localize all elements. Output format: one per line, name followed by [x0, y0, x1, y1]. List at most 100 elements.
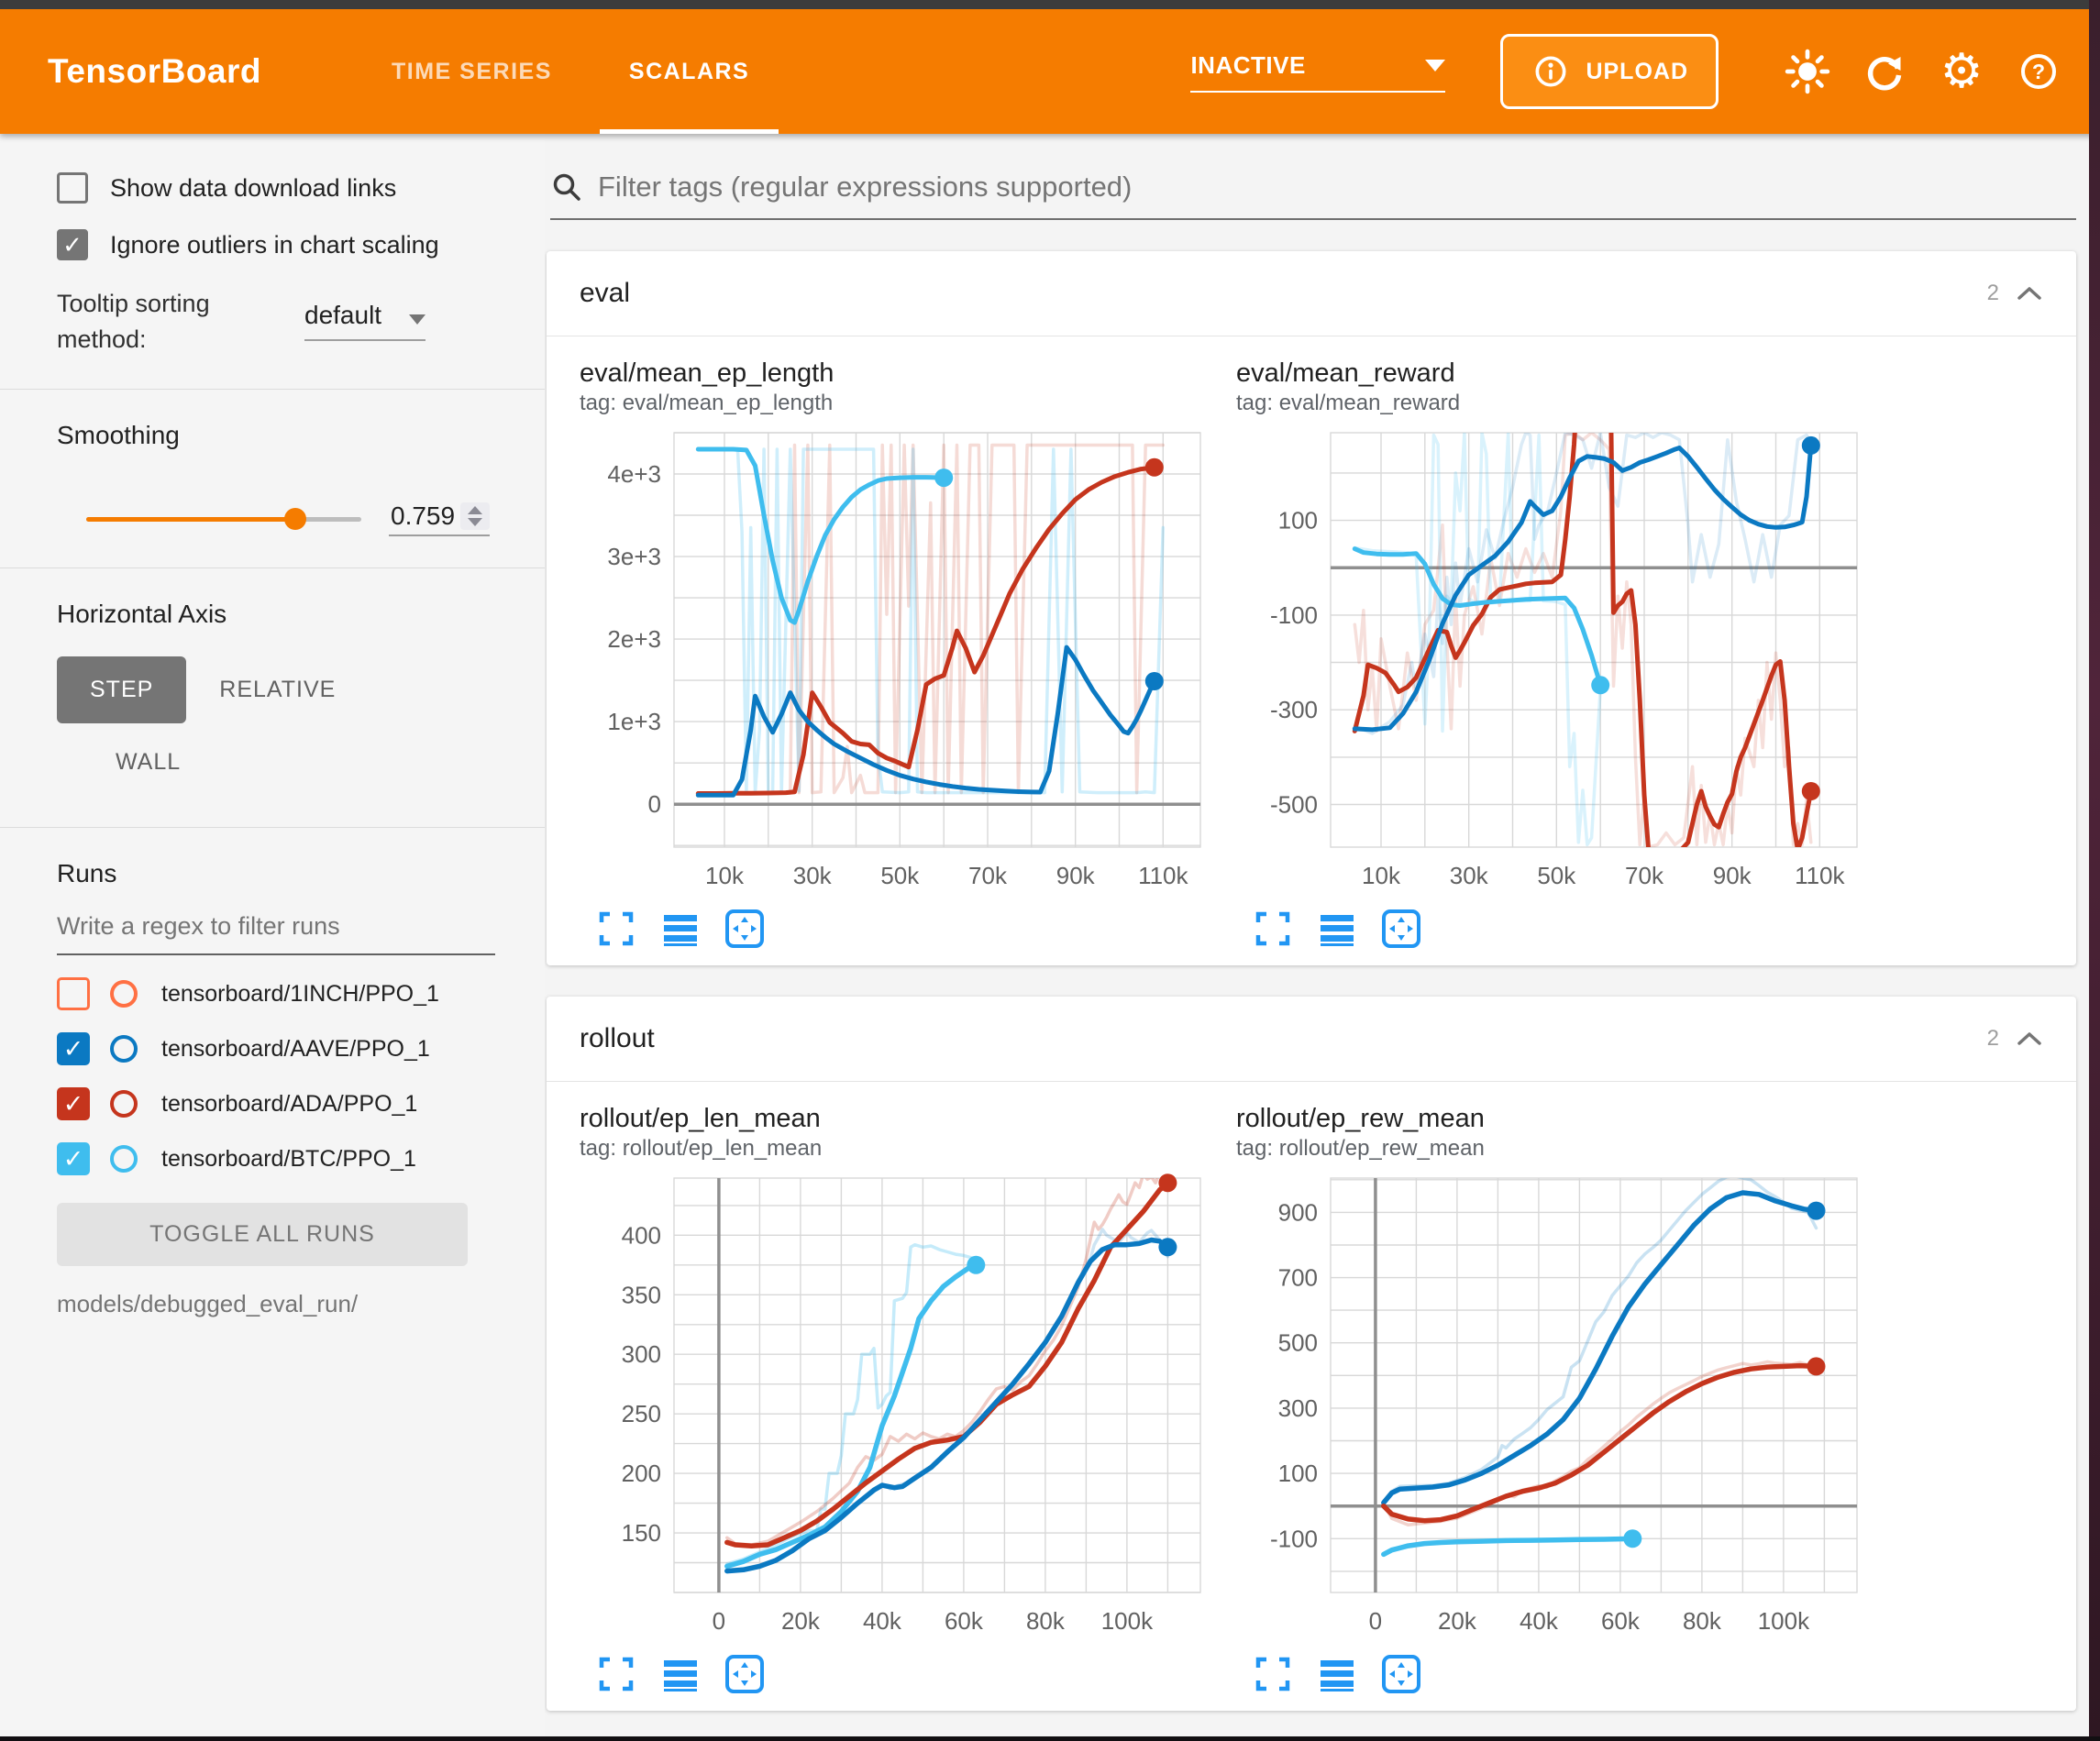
run-item-btc[interactable]: tensorboard/BTC/PPO_1: [57, 1142, 545, 1175]
chart-rollout-ep-rew-mean: rollout/ep_rew_mean tag: rollout/ep_rew_…: [1234, 1095, 1876, 1694]
svg-text:90k: 90k: [1056, 862, 1096, 889]
help-button[interactable]: ?: [2010, 43, 2067, 100]
run-item-ada[interactable]: tensorboard/ADA/PPO_1: [57, 1087, 545, 1120]
chevron-down-icon: [1425, 60, 1445, 72]
fullscreen-icon[interactable]: [596, 1654, 636, 1694]
fullscreen-icon[interactable]: [1253, 1654, 1293, 1694]
svg-text:100: 100: [1278, 507, 1318, 534]
svg-text:3e+3: 3e+3: [607, 543, 661, 570]
general-options-section: Show data download links Ignore outliers…: [0, 172, 545, 389]
run-checkbox[interactable]: [57, 1142, 90, 1175]
tab-time-series[interactable]: TIME SERIES: [353, 9, 591, 134]
fullscreen-icon[interactable]: [1253, 909, 1293, 949]
divider: [0, 827, 545, 828]
line-chart[interactable]: 020k40k60k80k100k150200250300350400: [578, 1167, 1220, 1648]
svg-text:20k: 20k: [1438, 1607, 1477, 1635]
chart-toolbar: [1253, 1654, 1876, 1694]
smoothing-slider[interactable]: [86, 517, 361, 522]
tab-scalars[interactable]: SCALARS: [591, 9, 788, 134]
fit-domain-icon[interactable]: [724, 1654, 765, 1694]
chart-rollout-ep-len-mean: rollout/ep_len_mean tag: rollout/ep_len_…: [578, 1095, 1220, 1694]
option-row: Ignore outliers in chart scaling: [57, 229, 545, 260]
run-color-ring: [110, 980, 138, 1008]
horizontal-axis-section: Horizontal Axis STEP RELATIVE WALL: [0, 600, 545, 827]
run-label: tensorboard/1INCH/PPO_1: [161, 981, 439, 1008]
data-lines-icon[interactable]: [1317, 909, 1357, 949]
chevron-up-icon[interactable]: [2016, 285, 2043, 302]
fit-domain-icon[interactable]: [1381, 1654, 1421, 1694]
refresh-button[interactable]: [1856, 43, 1913, 100]
run-item-aave[interactable]: tensorboard/AAVE/PPO_1: [57, 1032, 545, 1065]
show-download-links-checkbox[interactable]: [57, 172, 88, 204]
svg-text:90k: 90k: [1713, 862, 1752, 889]
chevron-up-icon[interactable]: [2016, 1030, 2043, 1047]
section-header-rollout[interactable]: rollout 2: [547, 997, 2076, 1081]
run-checkbox[interactable]: [57, 977, 90, 1010]
status-dropdown[interactable]: INACTIVE: [1190, 51, 1445, 93]
svg-text:80k: 80k: [1683, 1607, 1722, 1635]
chevron-down-icon: [468, 518, 482, 526]
smoothing-value-field[interactable]: 0.759: [389, 501, 490, 536]
line-chart[interactable]: 10k30k50k70k90k110k100-100-300-500: [1234, 422, 1876, 903]
line-chart[interactable]: 10k30k50k70k90k110k01e+32e+33e+34e+3: [578, 422, 1220, 903]
info-icon: [1531, 51, 1571, 92]
app-title: TensorBoard: [48, 52, 261, 91]
settings-button[interactable]: ⚙: [1933, 43, 1990, 100]
run-item-1inch[interactable]: tensorboard/1INCH/PPO_1: [57, 977, 545, 1010]
section-count: 2: [1987, 281, 1999, 306]
svg-text:10k: 10k: [1362, 862, 1401, 889]
run-checkbox[interactable]: [57, 1032, 90, 1065]
axis-step-button[interactable]: STEP: [57, 656, 186, 723]
runs-filter-input[interactable]: Write a regex to filter runs: [57, 912, 495, 955]
settings-sidebar: Show data download links Ignore outliers…: [0, 134, 545, 1736]
smoothing-label: Smoothing: [57, 421, 545, 450]
svg-text:500: 500: [1278, 1329, 1318, 1357]
chart-eval-mean-reward: eval/mean_reward tag: eval/mean_reward 1…: [1234, 349, 1876, 949]
ignore-outliers-checkbox[interactable]: [57, 229, 88, 260]
runs-base-path: models/debugged_eval_run/: [57, 1290, 545, 1318]
fit-domain-icon[interactable]: [1381, 909, 1421, 949]
checkbox-label: Ignore outliers in chart scaling: [110, 231, 439, 259]
data-lines-icon[interactable]: [660, 909, 701, 949]
smoothing-stepper[interactable]: [460, 502, 490, 530]
divider: [0, 389, 545, 390]
svg-text:?: ?: [2032, 60, 2045, 83]
section-card-eval: eval 2 eval/mean_ep_length tag: eval/mea…: [547, 251, 2076, 965]
axis-relative-button[interactable]: RELATIVE: [186, 656, 369, 723]
slider-thumb[interactable]: [284, 508, 306, 530]
brightness-toggle-button[interactable]: [1779, 43, 1836, 100]
svg-text:350: 350: [622, 1281, 661, 1308]
filter-tags-input[interactable]: Filter tags (regular expressions support…: [550, 171, 2076, 220]
svg-text:-300: -300: [1270, 696, 1318, 723]
header-actions: INACTIVE UPLOAD: [1190, 34, 2067, 109]
svg-text:0: 0: [1369, 1607, 1382, 1635]
fit-domain-icon[interactable]: [724, 909, 765, 949]
chevron-down-icon: [409, 314, 426, 325]
svg-text:150: 150: [622, 1519, 661, 1547]
chart-toolbar: [1253, 909, 1876, 949]
run-checkbox[interactable]: [57, 1087, 90, 1120]
data-lines-icon[interactable]: [660, 1654, 701, 1694]
tooltip-sorting-dropdown[interactable]: default: [304, 293, 426, 341]
upload-button[interactable]: UPLOAD: [1500, 34, 1719, 109]
svg-text:50k: 50k: [1537, 862, 1576, 889]
tooltip-sorting-row: Tooltip sorting method: default: [57, 286, 545, 358]
toggle-all-runs-button[interactable]: TOGGLE ALL RUNS: [57, 1203, 468, 1266]
fullscreen-icon[interactable]: [596, 909, 636, 949]
run-label: tensorboard/BTC/PPO_1: [161, 1146, 416, 1173]
svg-text:110k: 110k: [1138, 862, 1188, 889]
section-header-eval[interactable]: eval 2: [547, 251, 2076, 336]
window-top-strip: [0, 0, 2100, 9]
svg-text:50k: 50k: [880, 862, 920, 889]
section-count: 2: [1987, 1026, 1999, 1052]
data-lines-icon[interactable]: [1317, 1654, 1357, 1694]
smoothing-section: Smoothing 0.759: [0, 421, 545, 567]
run-label: tensorboard/AAVE/PPO_1: [161, 1036, 430, 1063]
window-bottom-strip: [0, 1736, 2100, 1741]
line-chart[interactable]: 020k40k60k80k100k-100100300500700900: [1234, 1167, 1876, 1648]
chevron-up-icon: [468, 506, 482, 514]
chart-tag: tag: rollout/ep_rew_mean: [1236, 1136, 1876, 1162]
svg-text:250: 250: [622, 1400, 661, 1427]
chart-eval-mean-ep-length: eval/mean_ep_length tag: eval/mean_ep_le…: [578, 349, 1220, 949]
axis-wall-button[interactable]: WALL: [83, 729, 214, 796]
